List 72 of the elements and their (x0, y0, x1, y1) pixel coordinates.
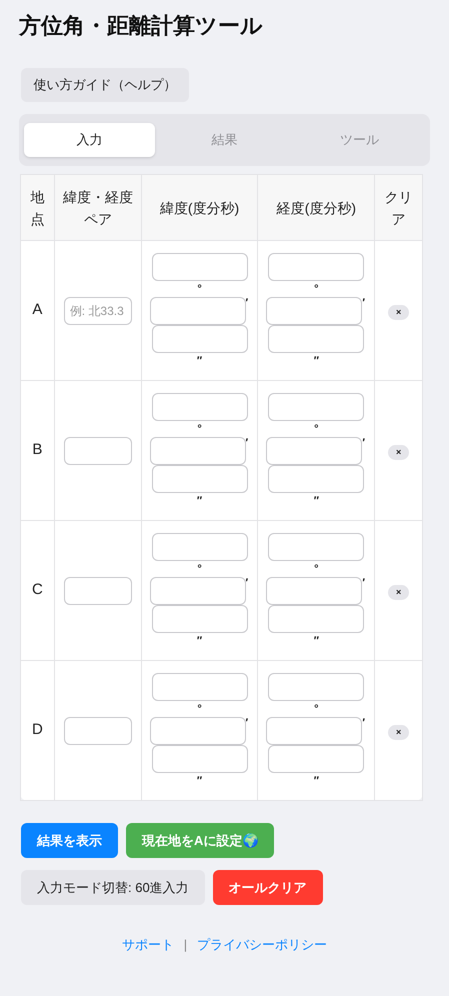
degrees-field[interactable] (152, 532, 248, 560)
degree-symbol: ° (314, 282, 319, 296)
minutes-field[interactable] (266, 436, 362, 464)
degrees-field[interactable] (268, 392, 364, 420)
degrees-field[interactable] (268, 672, 364, 700)
seconds-field[interactable] (152, 324, 248, 352)
seconds-field[interactable] (152, 604, 248, 632)
second-symbol: ″ (196, 634, 202, 648)
minutes-field[interactable] (150, 296, 246, 324)
second-symbol: ″ (314, 494, 319, 508)
clear-button[interactable]: × (388, 444, 410, 460)
seconds-field[interactable] (152, 744, 248, 772)
coordinate-pair-field[interactable]: 例: 北33.3 (64, 296, 132, 324)
degree-symbol: ° (197, 422, 202, 436)
column-header: 地点 (20, 174, 54, 240)
second-symbol: ″ (196, 774, 202, 788)
seconds-field[interactable] (268, 324, 364, 352)
action-button[interactable]: 入力モード切替: 60進入力 (21, 870, 205, 905)
degrees-field[interactable] (152, 392, 248, 420)
minute-symbol: ′ (362, 576, 366, 588)
seconds-field[interactable] (268, 744, 364, 772)
seconds-field[interactable] (268, 604, 364, 632)
link-separator: | (184, 936, 188, 954)
tab[interactable]: 入力 (24, 123, 155, 157)
column-header: クリア (374, 174, 422, 240)
degrees-field[interactable] (268, 252, 364, 280)
minute-symbol: ′ (246, 296, 250, 308)
second-symbol: ″ (196, 354, 202, 368)
minutes-field[interactable] (266, 296, 362, 324)
minute-symbol: ′ (246, 436, 250, 448)
clear-button[interactable]: × (388, 724, 410, 740)
coordinate-pair-field[interactable] (64, 716, 132, 744)
column-header: 緯度(度分秒) (141, 174, 258, 240)
help-button[interactable]: 使い方ガイド（ヘルプ） (21, 68, 189, 102)
column-header: 緯度・経度ペア (54, 174, 142, 240)
second-symbol: ″ (314, 354, 319, 368)
degree-symbol: ° (314, 702, 319, 716)
seconds-field[interactable] (152, 464, 248, 492)
minutes-field[interactable] (150, 436, 246, 464)
second-symbol: ″ (196, 494, 202, 508)
page-title: 方位角・距離計算ツール (19, 12, 264, 40)
action-button[interactable]: 結果を表示 (21, 823, 118, 858)
point-label: B (20, 380, 54, 520)
minute-symbol: ′ (246, 576, 250, 588)
point-label: A (20, 240, 54, 380)
degree-symbol: ° (197, 702, 202, 716)
degree-symbol: ° (197, 282, 202, 296)
minutes-field[interactable] (150, 576, 246, 604)
coordinate-pair-field[interactable] (64, 436, 132, 464)
degree-symbol: ° (197, 562, 202, 576)
degree-symbol: ° (314, 422, 319, 436)
seconds-field[interactable] (268, 464, 364, 492)
column-header: 経度(度分秒) (258, 174, 375, 240)
degrees-field[interactable] (152, 252, 248, 280)
minute-symbol: ′ (362, 296, 366, 308)
minutes-field[interactable] (266, 576, 362, 604)
minute-symbol: ′ (246, 716, 250, 728)
clear-button[interactable]: × (388, 584, 410, 600)
minutes-field[interactable] (266, 716, 362, 744)
minute-symbol: ′ (362, 716, 366, 728)
minutes-field[interactable] (150, 716, 246, 744)
degree-symbol: ° (314, 562, 319, 576)
action-button[interactable]: オールクリア (212, 870, 323, 905)
second-symbol: ″ (314, 634, 319, 648)
point-label: D (20, 660, 54, 800)
clear-button[interactable]: × (388, 304, 410, 320)
degrees-field[interactable] (268, 532, 364, 560)
minute-symbol: ′ (362, 436, 366, 448)
second-symbol: ″ (314, 774, 319, 788)
point-label: C (20, 520, 54, 660)
degrees-field[interactable] (152, 672, 248, 700)
coordinate-pair-field[interactable] (64, 576, 132, 604)
